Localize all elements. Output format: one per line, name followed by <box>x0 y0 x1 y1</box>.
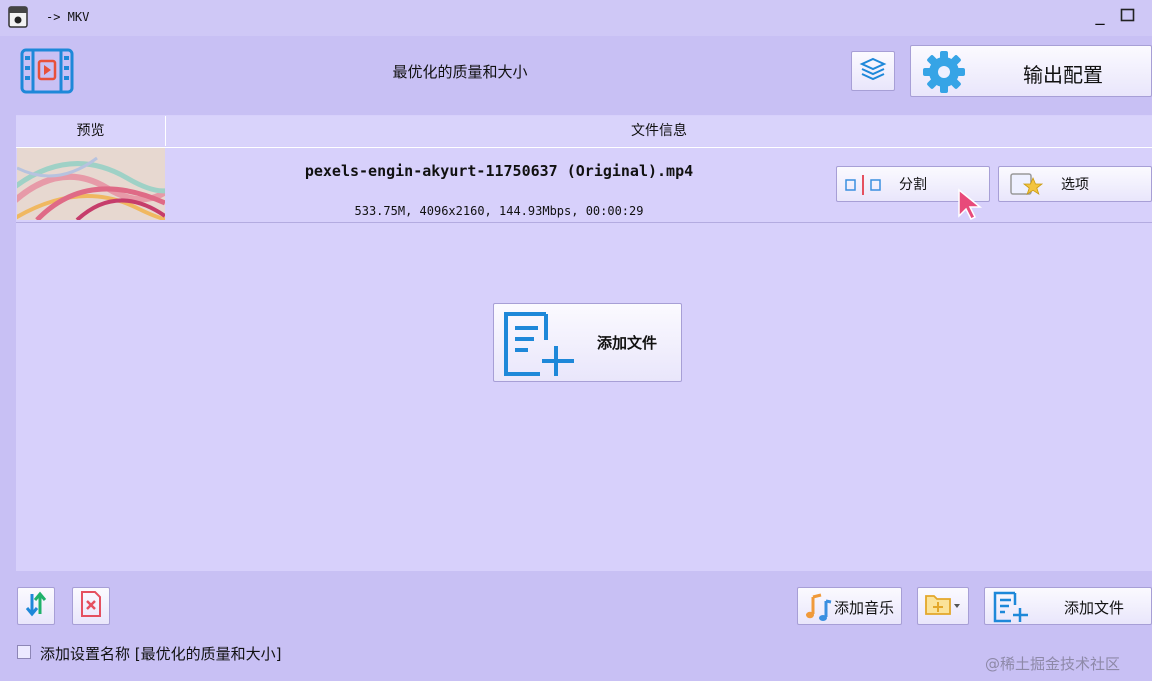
remove-icon <box>79 590 103 622</box>
music-note-icon <box>803 592 833 626</box>
video-app-icon <box>8 6 28 28</box>
options-label: 选项 <box>1061 177 1089 193</box>
remove-button[interactable] <box>72 587 110 625</box>
output-config-button[interactable]: 输出配置 <box>910 45 1152 97</box>
add-file-center-button[interactable]: 添加文件 <box>493 303 682 382</box>
options-star-icon <box>1009 172 1044 202</box>
split-label: 分割 <box>899 177 927 193</box>
film-play-icon <box>20 48 74 94</box>
add-file-button[interactable]: 添加文件 <box>984 587 1152 625</box>
minimize-button[interactable]: _ <box>1090 4 1110 28</box>
add-music-label: 添加音乐 <box>834 599 895 617</box>
folder-add-icon <box>924 591 962 621</box>
add-file-icon <box>502 310 576 382</box>
sort-icon <box>24 591 48 621</box>
mouse-cursor-icon <box>957 188 983 221</box>
add-file-label: 添加文件 <box>1064 599 1125 617</box>
file-name: pexels-engin-akyurt-11750637 (Original).… <box>304 162 694 180</box>
profile-title[interactable]: 最优化的质量和大小 <box>250 61 670 82</box>
output-config-label: 输出配置 <box>1023 63 1103 87</box>
video-thumbnail <box>17 148 165 220</box>
maximize-button[interactable] <box>1120 8 1136 24</box>
add-music-button[interactable]: 添加音乐 <box>797 587 902 625</box>
title-bar <box>0 0 1152 36</box>
column-header-file-info: 文件信息 <box>166 116 1152 146</box>
watermark: @稀土掘金技术社区 <box>985 655 1121 673</box>
layers-button[interactable] <box>851 51 895 91</box>
add-folder-button[interactable] <box>917 587 969 625</box>
sort-button[interactable] <box>17 587 55 625</box>
setting-name-label[interactable]: 添加设置名称 [最优化的质量和大小] <box>40 643 281 664</box>
options-button[interactable]: 选项 <box>998 166 1152 202</box>
column-header-preview: 预览 <box>16 116 166 146</box>
layers-icon <box>859 56 887 86</box>
add-file-center-label: 添加文件 <box>597 334 658 352</box>
split-icon <box>845 174 881 200</box>
add-file-icon <box>993 591 1031 627</box>
window-title: -> MKV <box>46 10 90 24</box>
file-meta: 533.75M, 4096x2160, 144.93Mbps, 00:00:29 <box>354 204 644 218</box>
setting-name-checkbox[interactable] <box>17 645 31 659</box>
gear-icon <box>921 49 967 99</box>
